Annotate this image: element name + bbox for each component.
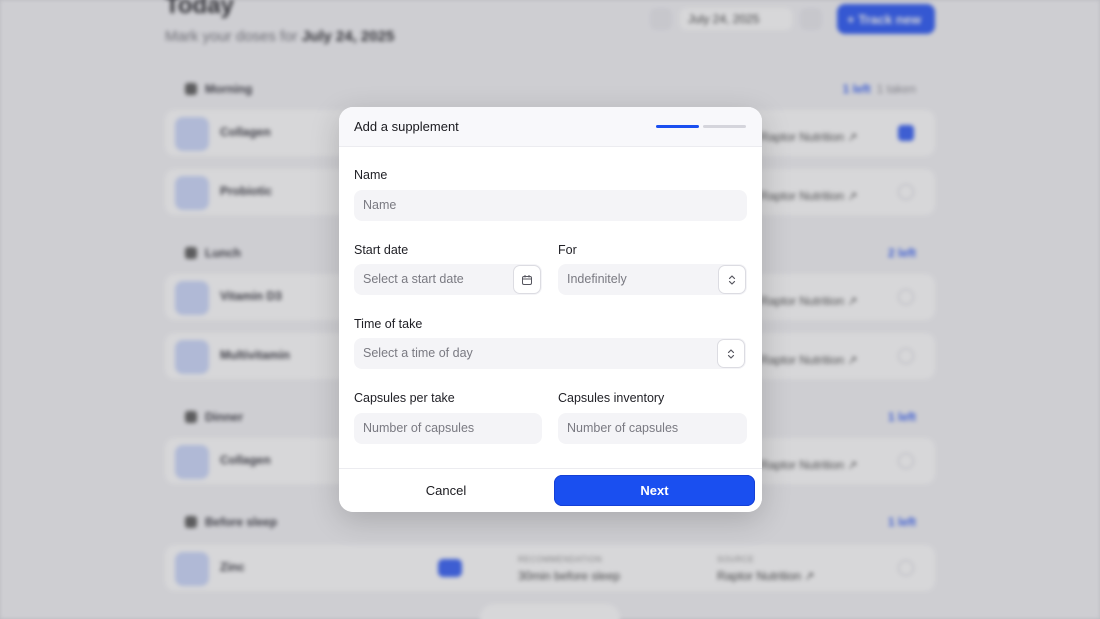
dialog-footer: Cancel Next (339, 468, 762, 512)
chevron-up-down-icon[interactable] (718, 265, 746, 294)
capsules-inventory-input[interactable]: Number of capsules (558, 413, 747, 444)
duration-select[interactable]: Indefinitely (558, 264, 747, 295)
start-date-label: Start date (354, 243, 409, 257)
name-input[interactable]: Name (354, 190, 747, 221)
step-1-indicator (656, 125, 699, 128)
cancel-button[interactable]: Cancel (347, 475, 545, 506)
capsules-per-take-label: Capsules per take (354, 391, 455, 405)
step-2-indicator (703, 125, 746, 128)
start-date-input[interactable]: Select a start date (354, 264, 542, 295)
time-of-take-label: Time of take (354, 317, 423, 331)
dialog-title: Add a supplement (354, 119, 459, 134)
add-supplement-dialog: Add a supplement Name Name Start date Se… (339, 107, 762, 512)
calendar-icon[interactable] (513, 265, 541, 294)
capsules-per-take-input[interactable]: Number of capsules (354, 413, 542, 444)
next-button[interactable]: Next (554, 475, 755, 506)
time-of-day-select[interactable]: Select a time of day (354, 338, 746, 369)
chevron-up-down-icon[interactable] (717, 339, 745, 368)
name-label: Name (354, 168, 388, 182)
for-label: For (558, 243, 577, 257)
step-progress (656, 125, 746, 128)
capsules-inventory-label: Capsules inventory (558, 391, 665, 405)
dialog-header: Add a supplement (339, 107, 762, 147)
